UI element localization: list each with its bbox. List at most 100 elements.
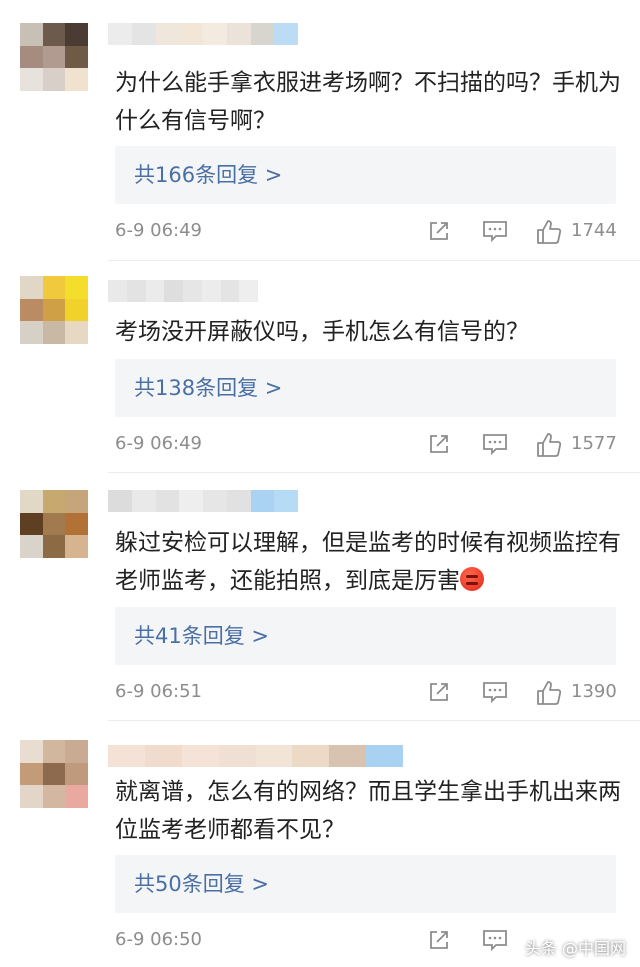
- timestamp: 6-9 06:49: [115, 433, 202, 454]
- username-blurred[interactable]: [108, 490, 298, 512]
- username-pixel: [108, 490, 132, 512]
- avatar-pixel: [42, 740, 66, 763]
- username-pixel: [250, 490, 275, 512]
- username-pixel: [274, 23, 298, 45]
- username-pixel: [203, 490, 227, 512]
- username-pixel: [179, 23, 203, 45]
- share-icon[interactable]: [427, 680, 451, 704]
- username-pixel: [144, 745, 182, 767]
- replies-button[interactable]: 共166条回复 >: [115, 146, 616, 204]
- avatar-pixel: [42, 762, 66, 786]
- comment-icon[interactable]: [482, 219, 508, 243]
- username-pixel: [108, 280, 127, 302]
- avatar[interactable]: [20, 740, 88, 808]
- avatar-pixel: [65, 535, 88, 558]
- avatar[interactable]: [20, 490, 88, 558]
- avatar-pixel: [42, 298, 66, 322]
- username-pixel: [183, 280, 202, 302]
- comment-text: 考场没开屏蔽仪吗，手机怎么有信号的？: [115, 319, 529, 345]
- avatar-pixel: [42, 45, 66, 69]
- share-icon[interactable]: [427, 219, 451, 243]
- avatar-pixel: [20, 68, 43, 91]
- avatar-pixel: [42, 321, 66, 344]
- comment-meta: 6-9 06:51 1390: [115, 678, 625, 708]
- avatar-pixel: [20, 23, 43, 46]
- replies-label: 共50条回复 >: [134, 872, 269, 896]
- avatar-pixel: [65, 762, 88, 786]
- username-blurred[interactable]: [108, 23, 298, 45]
- like-count: 1744: [571, 220, 617, 241]
- username-pixel: [181, 745, 219, 767]
- avatar-pixel: [42, 535, 66, 558]
- comment-meta: 6-9 06:49 1744: [115, 217, 625, 247]
- angry-emoji-icon: [460, 567, 484, 591]
- avatar-pixel: [65, 740, 88, 763]
- username-pixel: [145, 280, 165, 302]
- like-count: 1390: [571, 681, 617, 702]
- like-count: 1577: [571, 433, 617, 454]
- username-blurred[interactable]: [108, 745, 403, 767]
- timestamp: 6-9 06:49: [115, 220, 202, 241]
- comment-icon[interactable]: [482, 680, 508, 704]
- username-pixel: [201, 280, 221, 302]
- username-pixel: [218, 745, 256, 767]
- avatar[interactable]: [20, 276, 88, 344]
- username-pixel: [226, 490, 251, 512]
- avatar[interactable]: [20, 23, 88, 91]
- divider: [108, 260, 640, 261]
- comment-meta: 6-9 06:49 1577: [115, 430, 625, 460]
- replies-button[interactable]: 共41条回复 >: [115, 607, 616, 665]
- avatar-pixel: [65, 276, 88, 299]
- comment-text: 为什么能手拿衣服进考场啊？不扫描的吗？手机为什么有信号啊？: [115, 70, 621, 134]
- avatar-pixel: [42, 276, 66, 299]
- avatar-pixel: [20, 490, 43, 513]
- username-pixel: [155, 23, 180, 45]
- timestamp: 6-9 06:51: [115, 681, 202, 702]
- avatar-pixel: [42, 490, 66, 513]
- like-icon[interactable]: [536, 680, 562, 706]
- username-pixel: [220, 280, 240, 302]
- comment-icon[interactable]: [482, 432, 508, 456]
- comment-text: 就离谱，怎么有的网络？而且学生拿出手机出来两位监考老师都看不见？: [115, 779, 621, 843]
- avatar-pixel: [20, 785, 43, 808]
- share-icon[interactable]: [427, 432, 451, 456]
- avatar-pixel: [65, 785, 88, 808]
- username-pixel: [131, 23, 156, 45]
- avatar-pixel: [65, 321, 88, 344]
- username-pixel: [226, 23, 251, 45]
- username-pixel: [164, 280, 183, 302]
- avatar-pixel: [65, 68, 88, 91]
- replies-label: 共41条回复 >: [134, 624, 269, 648]
- avatar-pixel: [65, 512, 88, 536]
- avatar-pixel: [42, 512, 66, 536]
- username-pixel: [108, 23, 132, 45]
- timestamp: 6-9 06:50: [115, 929, 202, 950]
- replies-button[interactable]: 共138条回复 >: [115, 359, 616, 417]
- username-pixel: [366, 745, 403, 767]
- avatar-pixel: [20, 276, 43, 299]
- username-pixel: [250, 23, 275, 45]
- avatar-pixel: [20, 740, 43, 763]
- avatar-pixel: [65, 298, 88, 322]
- username-pixel: [255, 745, 293, 767]
- divider: [108, 720, 640, 721]
- share-icon[interactable]: [427, 928, 451, 952]
- comment-icon[interactable]: [482, 928, 508, 952]
- username-pixel: [329, 745, 367, 767]
- like-icon[interactable]: [536, 432, 562, 458]
- divider: [108, 472, 640, 473]
- replies-button[interactable]: 共50条回复 >: [115, 855, 616, 913]
- replies-label: 共166条回复 >: [134, 163, 283, 187]
- avatar-pixel: [42, 68, 66, 91]
- username-pixel: [203, 23, 227, 45]
- avatar-pixel: [20, 762, 43, 786]
- username-blurred[interactable]: [108, 280, 258, 302]
- username-pixel: [239, 280, 258, 302]
- username-pixel: [179, 490, 203, 512]
- like-icon[interactable]: [536, 219, 562, 245]
- avatar-pixel: [20, 535, 43, 558]
- username-pixel: [126, 280, 146, 302]
- avatar-pixel: [65, 490, 88, 513]
- watermark: 头条 @中国网: [524, 939, 626, 958]
- username-pixel: [108, 745, 145, 767]
